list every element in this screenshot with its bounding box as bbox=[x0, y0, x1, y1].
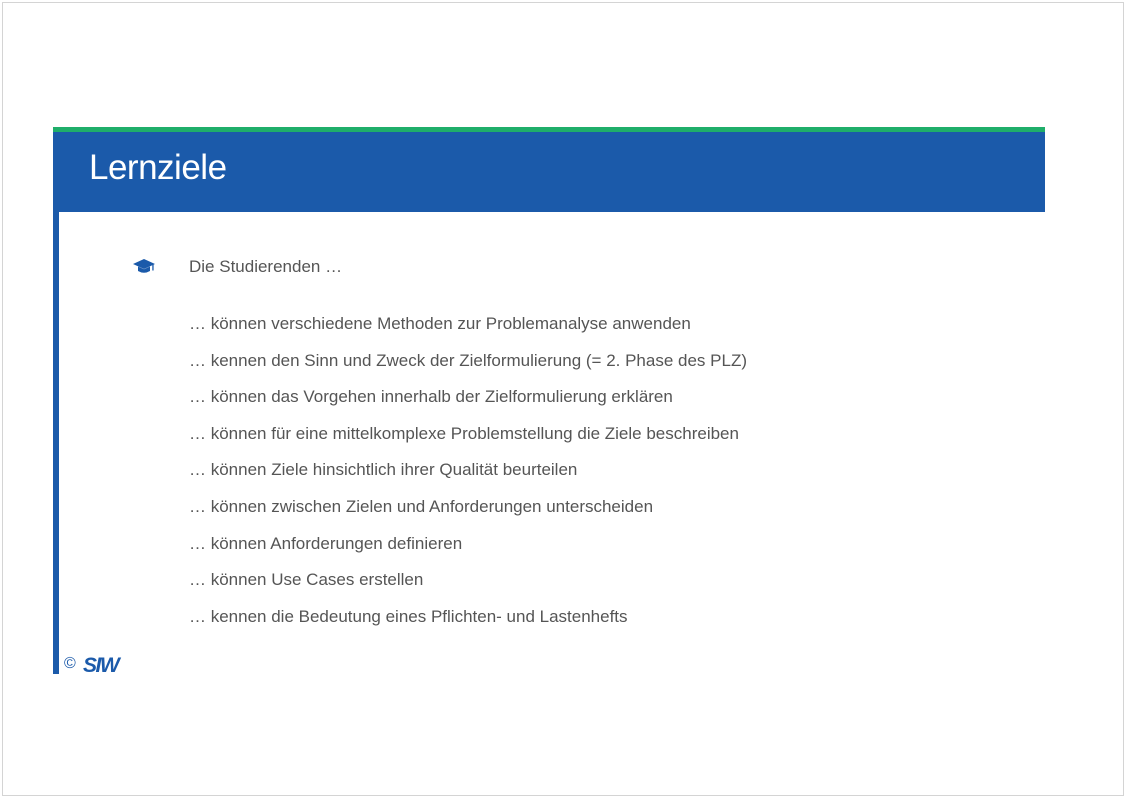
left-border-rule bbox=[53, 212, 59, 674]
learning-goals-list: … können verschiedene Methoden zur Probl… bbox=[189, 313, 747, 642]
learning-goal-item: … können Anforderungen definieren bbox=[189, 533, 463, 553]
siw-logo: SIW bbox=[83, 654, 123, 676]
learning-goal-item: … können für eine mittelkomplexe Problem… bbox=[189, 423, 739, 443]
slide-title: Lernziele bbox=[89, 148, 227, 187]
learning-goal-item: … können Ziele hinsichtlich ihrer Qualit… bbox=[189, 460, 578, 480]
graduation-cap-icon bbox=[133, 259, 155, 273]
copyright-symbol: © bbox=[64, 655, 76, 672]
learning-goal-item: … können Use Cases erstellen bbox=[189, 570, 424, 590]
learning-goal-item: … können zwischen Zielen und Anforderung… bbox=[189, 496, 654, 516]
learning-goal-item: … kennen den Sinn und Zweck der Zielform… bbox=[189, 350, 747, 370]
svg-text:SIW: SIW bbox=[83, 654, 122, 676]
intro-text: Die Studierenden … bbox=[189, 257, 343, 276]
learning-goal-item: … können verschiedene Methoden zur Probl… bbox=[189, 314, 691, 333]
learning-goal-item: … können das Vorgehen innerhalb der Ziel… bbox=[189, 387, 673, 407]
learning-goal-item: … kennen die Bedeutung eines Pflichten- … bbox=[189, 606, 628, 626]
title-bar: Lernziele bbox=[53, 132, 1045, 212]
